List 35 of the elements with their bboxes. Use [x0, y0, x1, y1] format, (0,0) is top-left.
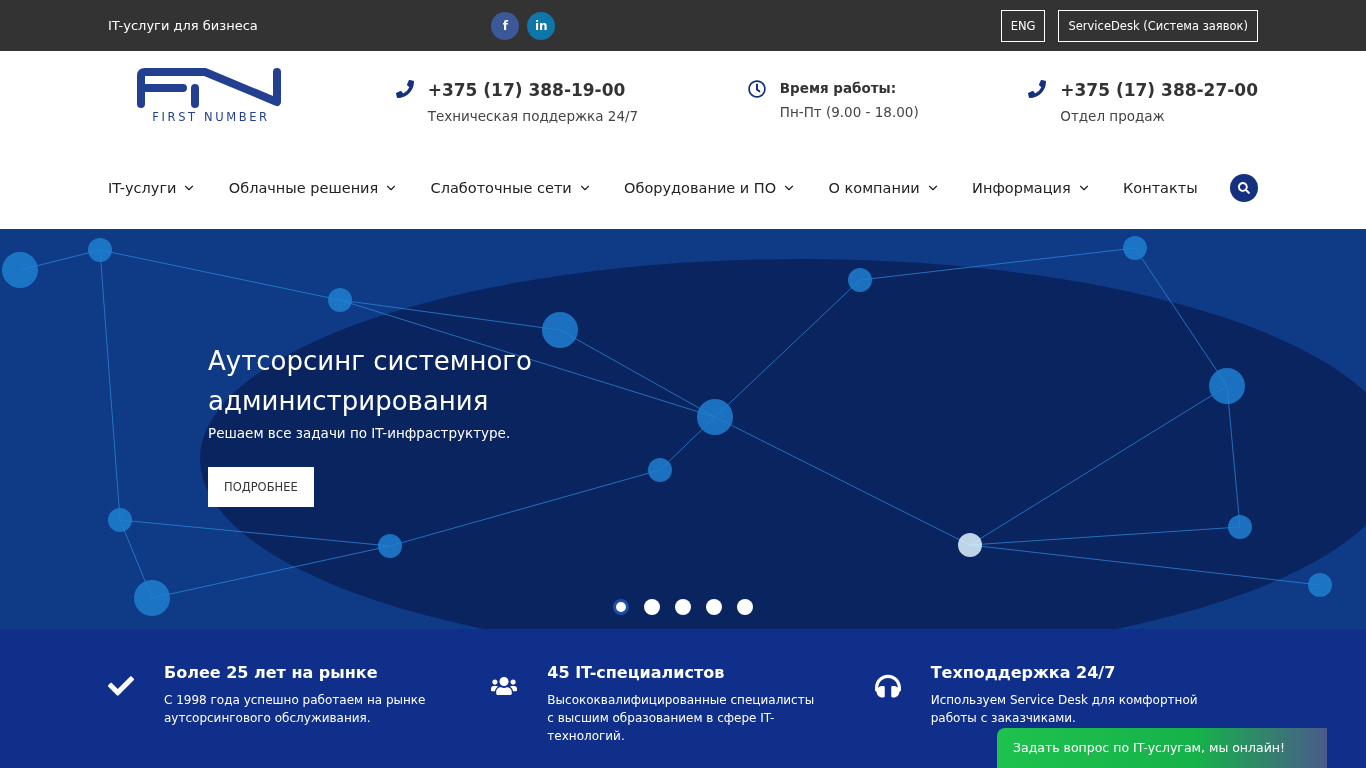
phone-icon — [395, 80, 414, 98]
phone-icon — [1028, 80, 1047, 98]
clock-icon — [747, 80, 766, 98]
hours-value: Пн-Пт (9.00 - 18.00) — [779, 104, 919, 120]
facebook-link[interactable]: f — [491, 11, 520, 40]
checkmark-icon — [108, 673, 134, 699]
search-icon — [1237, 181, 1250, 194]
feature-title: Более 25 лет на рынке — [164, 663, 379, 682]
headphones-icon — [874, 673, 901, 699]
nav-item[interactable]: Слаботочные сети — [430, 179, 592, 196]
linkedin-link[interactable]: in — [527, 11, 556, 40]
nav-item[interactable]: Облачные решения — [228, 179, 399, 196]
tagline: IT-услуги для бизнеса — [108, 18, 259, 33]
nav-item[interactable]: О компании — [828, 179, 940, 196]
feature-text: Используем Service Desk для комфортной работы с заказчиками. — [930, 692, 1199, 727]
hours-label: Время работы: — [779, 80, 898, 96]
logo-text: FIRST NUMBER — [152, 110, 270, 124]
feature-text: Высококвалифицированные специалисты с высшим образованием в сфере IT-технологий. — [547, 692, 816, 745]
service-desk-button[interactable]: ServiceDesk (Система заявок) — [1058, 9, 1258, 42]
search-button[interactable] — [1229, 173, 1258, 202]
feature-text: С 1998 года успешно работаем на рынке аутсорсингового обслуживания. — [164, 692, 427, 727]
hero-subtitle: Решаем все задачи по IT-инфраструктуре. — [208, 425, 512, 441]
nav-item[interactable]: Оборудование и ПО — [624, 179, 797, 196]
phone-caption: Отдел продаж — [1060, 108, 1166, 124]
nav-item[interactable]: Контакты — [1123, 179, 1198, 196]
hero-title: Аутсорсинг системного администрирования — [208, 345, 533, 418]
nav-item[interactable]: IT-услуги — [108, 179, 197, 196]
nav-item[interactable]: Информация — [972, 179, 1091, 196]
phone-number: +375 (17) 388-27-00 — [1060, 80, 1258, 100]
feature-title: Техподдержка 24/7 — [930, 663, 1117, 682]
phone-caption: Техническая поддержка 24/7 — [427, 108, 639, 124]
more-button[interactable]: ПОДРОБНЕЕ — [208, 467, 314, 507]
feature-title: 45 IT-специалистов — [547, 663, 726, 682]
language-button[interactable]: ENG — [1000, 9, 1046, 42]
phone-number: +375 (17) 388-19-00 — [427, 80, 627, 100]
